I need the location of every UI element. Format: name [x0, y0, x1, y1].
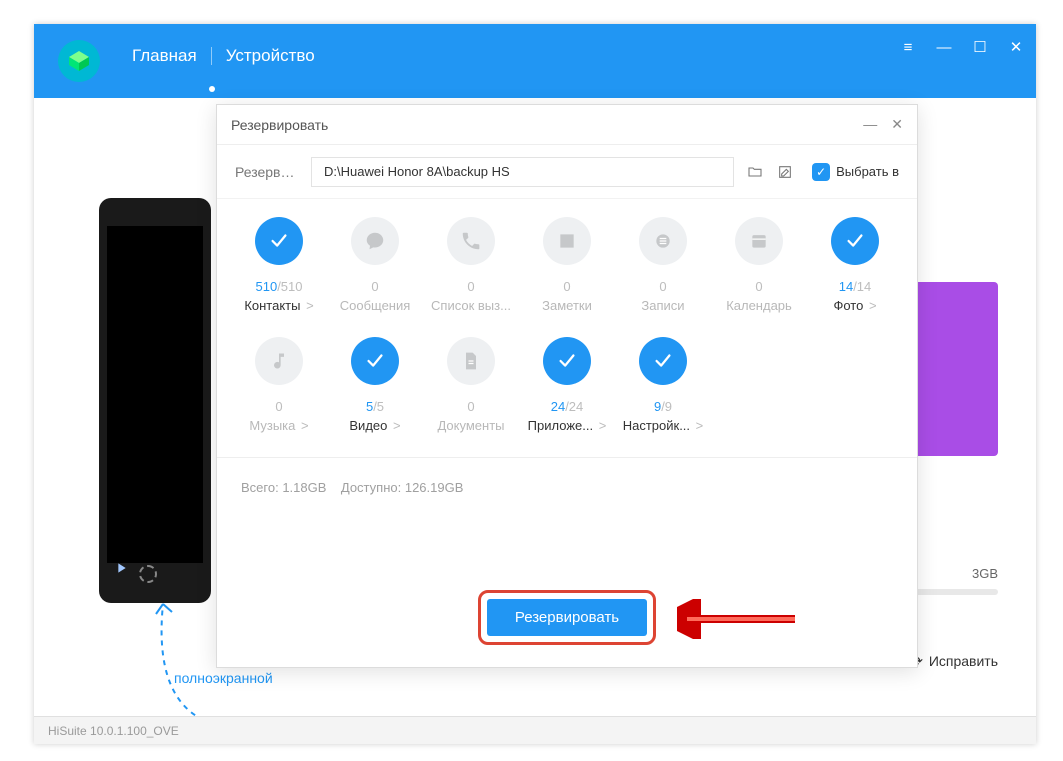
app-logo	[58, 40, 100, 82]
phone-preview	[99, 198, 211, 603]
category-docs[interactable]: 0 Документы	[423, 337, 519, 433]
storage-label: 3GB	[904, 566, 998, 581]
notes-icon	[543, 217, 591, 265]
nav-device[interactable]: Устройство	[212, 46, 329, 66]
category-label: Сообщения	[340, 298, 411, 313]
path-input[interactable]: D:\Huawei Honor 8A\backup HS	[311, 157, 734, 187]
category-label: Календарь	[726, 298, 792, 313]
total-value: 1.18GB	[282, 480, 326, 495]
check-icon: ✓	[812, 163, 830, 181]
category-records[interactable]: 0 Записи	[615, 217, 711, 313]
menu-icon[interactable]: ≡	[900, 39, 916, 56]
edit-icon[interactable]	[776, 163, 794, 181]
category-count: 0	[275, 399, 282, 414]
messages-icon	[351, 217, 399, 265]
dialog-minimize-icon[interactable]: —	[863, 116, 877, 133]
category-count: 0	[467, 279, 474, 294]
category-label: Записи	[641, 298, 684, 313]
records-icon	[639, 217, 687, 265]
maximize-icon[interactable]: ☐	[972, 38, 988, 56]
side-card	[904, 282, 998, 456]
version-label: HiSuite 10.0.1.100_OVE	[48, 724, 179, 738]
category-contacts[interactable]: 510/510 Контакты >	[231, 217, 327, 313]
apps-icon	[543, 337, 591, 385]
category-photos[interactable]: 14/14 Фото >	[807, 217, 903, 313]
category-count: 24/24	[551, 399, 584, 414]
logo-icon	[67, 49, 91, 73]
category-count: 0	[467, 399, 474, 414]
category-grid: 510/510 Контакты > 0 Сообщения 0 Список выз..…	[217, 199, 917, 433]
content: Н п полноэкранной 3GB ⟳ Исправить Резерв…	[34, 98, 1036, 716]
category-apps[interactable]: 24/24 Приложе... >	[519, 337, 615, 433]
category-label: Список выз...	[431, 298, 511, 313]
minimize-icon[interactable]: —	[936, 39, 952, 56]
phone-screen	[107, 226, 203, 563]
close-icon[interactable]: ✕	[1008, 38, 1024, 56]
music-icon	[255, 337, 303, 385]
select-all-checkbox[interactable]: ✓ Выбрать в	[812, 163, 899, 181]
select-all-label: Выбрать в	[836, 164, 899, 179]
category-count: 0	[755, 279, 762, 294]
category-count: 9/9	[654, 399, 672, 414]
category-label: Фото >	[833, 298, 876, 313]
app-window: Главная Устройство ≡ — ☐ ✕ Н п полноэкра	[34, 24, 1036, 744]
category-label: Приложе... >	[528, 418, 607, 433]
path-row: Резервн... D:\Huawei Honor 8A\backup HS …	[217, 145, 917, 199]
fix-button[interactable]: ⟳ Исправить	[904, 653, 998, 670]
category-label: Документы	[437, 418, 504, 433]
category-count: 510/510	[255, 279, 302, 294]
category-label: Контакты >	[244, 298, 313, 313]
nav: Главная Устройство	[118, 46, 329, 66]
statusbar: HiSuite 10.0.1.100_OVE	[34, 716, 1036, 744]
category-video[interactable]: 5/5 Видео >	[327, 337, 423, 433]
dialog-title: Резервировать	[231, 117, 328, 133]
calendar-icon	[735, 217, 783, 265]
nav-home[interactable]: Главная	[118, 46, 211, 66]
category-count: 14/14	[839, 279, 872, 294]
available-value: 126.19GB	[405, 480, 464, 495]
category-count: 0	[659, 279, 666, 294]
category-count: 0	[563, 279, 570, 294]
docs-icon	[447, 337, 495, 385]
video-icon	[351, 337, 399, 385]
category-label: Музыка >	[249, 418, 308, 433]
category-notes[interactable]: 0 Заметки	[519, 217, 615, 313]
action-area: Резервировать	[217, 590, 917, 645]
totals: Всего: 1.18GB Доступно: 126.19GB	[217, 457, 917, 495]
category-settings[interactable]: 9/9 Настройк... >	[615, 337, 711, 433]
path-label: Резервн...	[235, 164, 299, 180]
contacts-icon	[255, 217, 303, 265]
category-calendar[interactable]: 0 Календарь	[711, 217, 807, 313]
dialog-close-icon[interactable]: ✕	[891, 116, 903, 133]
titlebar: Главная Устройство ≡ — ☐ ✕	[34, 24, 1036, 98]
side-panel: 3GB ⟳ Исправить	[904, 282, 998, 670]
nav-indicator	[209, 86, 215, 92]
available-label: Доступно:	[341, 480, 401, 495]
storage-bar	[904, 589, 998, 595]
category-count: 5/5	[366, 399, 384, 414]
category-label: Заметки	[542, 298, 592, 313]
folder-icon[interactable]	[746, 163, 764, 181]
category-messages[interactable]: 0 Сообщения	[327, 217, 423, 313]
category-music[interactable]: 0 Музыка >	[231, 337, 327, 433]
category-label: Настройк... >	[623, 418, 704, 433]
category-calllog[interactable]: 0 Список выз...	[423, 217, 519, 313]
category-count: 0	[371, 279, 378, 294]
settings-icon	[639, 337, 687, 385]
dialog-header: Резервировать — ✕	[217, 105, 917, 145]
total-label: Всего:	[241, 480, 279, 495]
backup-dialog: Резервировать — ✕ Резервн... D:\Huawei H…	[216, 104, 918, 668]
loading-icon	[139, 565, 157, 583]
play-icon	[113, 560, 129, 581]
category-label: Видео >	[349, 418, 400, 433]
photos-icon	[831, 217, 879, 265]
backup-button[interactable]: Резервировать	[487, 599, 647, 636]
highlight-frame: Резервировать	[478, 590, 656, 645]
calllog-icon	[447, 217, 495, 265]
window-controls: ≡ — ☐ ✕	[900, 38, 1024, 56]
